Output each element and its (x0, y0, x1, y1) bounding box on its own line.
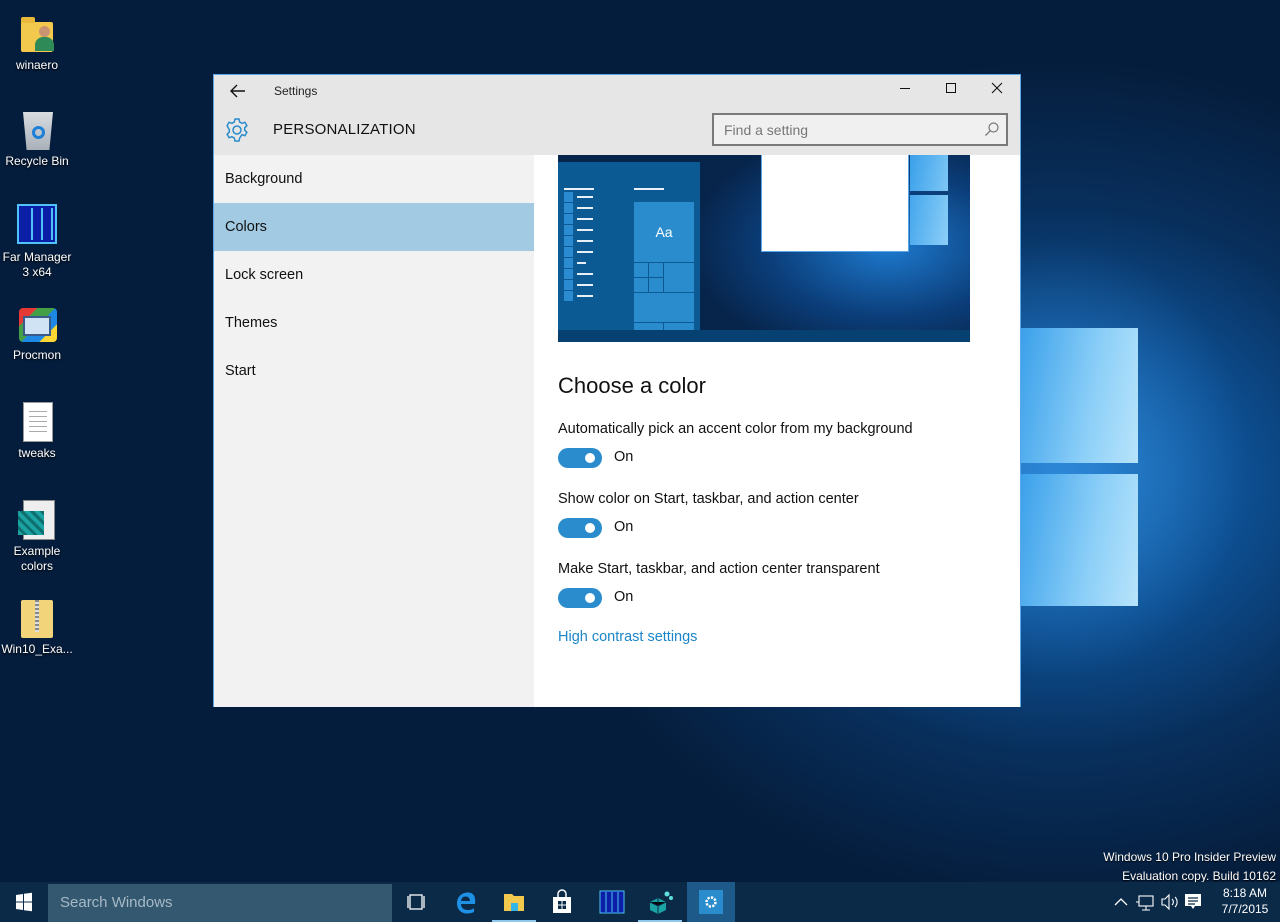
task-view-icon (407, 894, 425, 910)
nav-item-start[interactable]: Start (214, 347, 534, 395)
start-button[interactable] (0, 882, 48, 922)
section-title: PERSONALIZATION (273, 121, 416, 138)
preview-tile-label: Aa (633, 201, 695, 263)
recycle-bin-icon (17, 108, 57, 152)
far-manager-icon (599, 890, 625, 914)
minimize-button[interactable] (882, 75, 928, 107)
nav-item-themes[interactable]: Themes (214, 299, 534, 347)
settings-taskbar-button[interactable] (687, 882, 735, 922)
task-view-button[interactable] (392, 882, 440, 922)
edge-icon (457, 892, 476, 914)
preview-start-menu: Aa (558, 162, 700, 331)
close-icon (991, 82, 1003, 94)
colors-content: Aa Choose a color Automatically pick an … (534, 155, 1020, 707)
show-hidden-icons-button[interactable] (1110, 882, 1132, 922)
high-contrast-settings-link[interactable]: High contrast settings (558, 629, 697, 645)
zip-folder-icon (17, 596, 57, 640)
desktop-icon-label: Example (13, 544, 61, 558)
store-button[interactable] (538, 882, 586, 922)
registry-editor-icon (649, 891, 673, 914)
show-color-toggle[interactable] (558, 518, 602, 538)
window-title: Settings (274, 84, 318, 98)
desktop-icon-winaero[interactable]: winaero (0, 12, 74, 73)
find-setting-search[interactable] (712, 113, 1008, 146)
nav-item-colors[interactable]: Colors (214, 203, 534, 251)
taskbar: Search Windows 8:18 AM 7/7/2015 (0, 882, 1280, 922)
preview-taskbar (558, 330, 970, 342)
taskbar-search-box[interactable]: Search Windows (48, 884, 392, 922)
title-bar[interactable]: Settings (214, 75, 1020, 107)
registry-file-icon (17, 498, 57, 542)
close-button[interactable] (974, 75, 1020, 107)
action-center-icon (1185, 894, 1201, 909)
settings-gear-icon (699, 890, 723, 914)
network-icon (1136, 895, 1154, 911)
action-center-button[interactable] (1182, 882, 1204, 922)
toggle-state: On (614, 589, 634, 605)
user-folder-icon (17, 12, 57, 56)
preview-window (761, 155, 909, 252)
toggle-state: On (614, 449, 634, 465)
far-manager-button[interactable] (588, 882, 636, 922)
far-manager-icon (17, 204, 57, 248)
toggle-state: On (614, 519, 634, 535)
setting-label-auto-accent: Automatically pick an accent color from … (558, 421, 913, 437)
store-icon (553, 889, 571, 913)
windows-logo-icon (16, 892, 32, 912)
desktop-icon-label: winaero (15, 58, 59, 72)
setting-label-show-color: Show color on Start, taskbar, and action… (558, 491, 859, 507)
nav-item-background[interactable]: Background (214, 155, 534, 203)
transparency-toggle[interactable] (558, 588, 602, 608)
text-document-icon (17, 400, 57, 444)
search-icon[interactable] (984, 121, 1000, 137)
taskbar-clock[interactable]: 8:18 AM 7/7/2015 (1206, 885, 1280, 917)
file-explorer-button[interactable] (490, 882, 538, 922)
back-arrow-icon (230, 84, 245, 98)
desktop-icon-label: colors (20, 559, 53, 573)
clock-date: 7/7/2015 (1221, 902, 1269, 916)
back-button[interactable] (226, 81, 250, 101)
watermark-line-1: Windows 10 Pro Insider Preview (1103, 850, 1276, 864)
preview-wallpaper-logo (910, 155, 948, 245)
file-explorer-icon (504, 894, 524, 911)
desktop-icon-procmon[interactable]: Procmon (0, 302, 74, 363)
procmon-icon (17, 302, 57, 346)
maximize-button[interactable] (928, 75, 974, 107)
auto-accent-toggle[interactable] (558, 448, 602, 468)
volume-icon (1161, 893, 1178, 911)
search-input[interactable] (714, 115, 964, 144)
minimize-icon (900, 88, 910, 89)
clock-time: 8:18 AM (1222, 886, 1268, 900)
wallpaper-windows-logo (1020, 300, 1140, 630)
registry-editor-button[interactable] (636, 882, 684, 922)
edge-button[interactable] (442, 882, 490, 922)
desktop-icon-far-manager[interactable]: Far Manager 3 x64 (0, 204, 74, 280)
desktop-icon-label: Win10_Exa... (1, 642, 73, 656)
desktop-icon-label: Recycle Bin (5, 154, 69, 168)
volume-tray-icon-button[interactable] (1158, 882, 1182, 922)
settings-header: PERSONALIZATION (214, 107, 1020, 155)
desktop-icon-label: tweaks (18, 446, 56, 460)
desktop-icon-example-colors[interactable]: Example colors (0, 498, 74, 574)
setting-label-transparency: Make Start, taskbar, and action center t… (558, 561, 880, 577)
chevron-up-icon (1114, 898, 1128, 906)
settings-window: Settings PERSONALIZATION Background Colo… (213, 74, 1021, 707)
gear-icon (226, 118, 248, 142)
desktop-icon-win10-zip[interactable]: Win10_Exa... (0, 596, 74, 657)
desktop-icon-recycle-bin[interactable]: Recycle Bin (0, 108, 74, 169)
desktop-icon-tweaks[interactable]: tweaks (0, 400, 74, 461)
desktop-icon-label: Far Manager (2, 250, 72, 264)
nav-item-lock-screen[interactable]: Lock screen (214, 251, 534, 299)
choose-color-heading: Choose a color (558, 373, 706, 398)
color-preview: Aa (558, 155, 970, 342)
network-tray-icon-button[interactable] (1134, 882, 1158, 922)
maximize-icon (946, 83, 956, 93)
build-watermark: Windows 10 Pro Insider Preview Evaluatio… (1103, 848, 1276, 886)
desktop-icon-label: Procmon (12, 348, 62, 362)
settings-nav: Background Colors Lock screen Themes Sta… (214, 155, 534, 707)
desktop-icon-label: 3 x64 (22, 265, 52, 279)
